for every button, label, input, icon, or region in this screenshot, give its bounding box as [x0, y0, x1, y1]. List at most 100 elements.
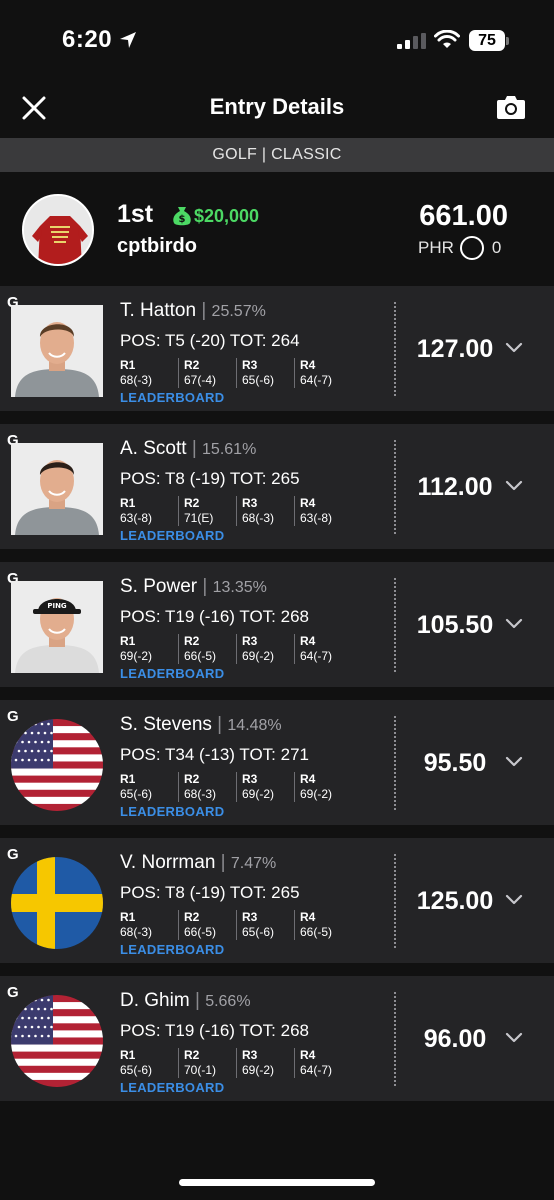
chevron-down-icon[interactable] [505, 342, 523, 354]
phr-label: PHR [418, 238, 454, 257]
phr-indicator: PHR 0 [418, 236, 501, 260]
leaderboard-link[interactable]: LEADERBOARD [120, 1080, 224, 1095]
dotted-divider [394, 854, 396, 948]
ownership-percent: 5.66% [205, 993, 251, 1010]
round-score-4: R4 64(-7) [294, 1048, 352, 1078]
round-value: 69(-2) [300, 787, 333, 801]
round-score-2: R2 70(-1) [178, 1048, 236, 1078]
dotted-divider [394, 302, 396, 396]
player-headshot [11, 305, 103, 397]
usa-flag-icon [11, 719, 103, 811]
round-score-1: R1 63(-8) [120, 496, 178, 526]
player-name[interactable]: D. Ghim [120, 990, 190, 1011]
round-label: R1 [120, 910, 136, 924]
position-total: POS: T19 (-16) TOT: 268 [120, 1021, 309, 1040]
separator: | [191, 438, 203, 459]
round-score-4: R4 69(-2) [294, 772, 352, 802]
prize-text: $20,000 [194, 205, 260, 226]
round-scores: R1 63(-8) R2 71(E) R3 68(-3) R4 63(-8) [120, 496, 352, 526]
round-value: 66(-5) [184, 925, 217, 939]
round-label: R4 [300, 634, 316, 648]
round-value: 68(-3) [184, 787, 217, 801]
position-total: POS: T8 (-19) TOT: 265 [120, 469, 300, 488]
chevron-down-icon[interactable] [505, 756, 523, 768]
money-bag-icon: $ [173, 207, 191, 226]
round-value: 69(-2) [242, 787, 275, 801]
round-value: 68(-3) [120, 925, 153, 939]
avatar [22, 194, 94, 266]
round-score-3: R3 69(-2) [236, 634, 294, 664]
round-score-4: R4 63(-8) [294, 496, 352, 526]
player-name[interactable]: A. Scott [120, 438, 187, 459]
round-score-2: R2 67(-4) [178, 358, 236, 388]
round-value: 67(-4) [184, 373, 217, 387]
position-total: POS: T5 (-20) TOT: 264 [120, 331, 300, 350]
chevron-down-icon[interactable] [505, 618, 523, 630]
player-card[interactable]: G V. Norrman | 7.47% POS: T8 (-19) TOT: … [0, 838, 554, 963]
player-card[interactable]: G PING S. Power | 13.35% POS: T19 (-16) … [0, 562, 554, 687]
usa-flag-icon [11, 995, 103, 1087]
round-value: 69(-2) [120, 649, 153, 663]
round-label: R1 [120, 634, 136, 648]
battery-nub [506, 37, 509, 45]
player-name[interactable]: S. Power [120, 576, 197, 597]
player-name[interactable]: V. Norrman [120, 852, 215, 873]
round-value: 66(-5) [300, 925, 333, 939]
ownership-percent: 15.61% [202, 441, 257, 458]
player-points: 112.00 [417, 473, 493, 501]
player-points: 95.50 [423, 749, 487, 777]
signal-icon [397, 33, 426, 49]
separator: | [220, 852, 231, 873]
prize-amount: $ $20,000 [172, 205, 259, 227]
round-score-2: R2 68(-3) [178, 772, 236, 802]
camera-icon[interactable] [496, 93, 526, 121]
round-label: R2 [184, 910, 200, 924]
position-tag: G [7, 708, 19, 725]
separator: | [217, 714, 228, 735]
chevron-down-icon[interactable] [505, 480, 523, 492]
round-label: R1 [120, 358, 136, 372]
player-name-row: D. Ghim | 5.66% [120, 990, 251, 1012]
round-score-2: R2 66(-5) [178, 910, 236, 940]
phr-circle-icon [459, 236, 484, 260]
round-scores: R1 68(-3) R2 67(-4) R3 65(-6) R4 64(-7) [120, 358, 352, 388]
round-value: 69(-2) [242, 649, 275, 663]
chevron-down-icon[interactable] [505, 1032, 523, 1044]
player-name[interactable]: S. Stevens [120, 714, 212, 735]
location-arrow-icon [120, 32, 136, 48]
player-card[interactable]: G A. Scott | 15.61% POS: T8 (-19) TOT: 2… [0, 424, 554, 549]
leaderboard-link[interactable]: LEADERBOARD [120, 666, 224, 681]
player-name-row: V. Norrman | 7.47% [120, 852, 276, 874]
round-label: R2 [184, 496, 200, 510]
round-label: R3 [242, 358, 258, 372]
leaderboard-link[interactable]: LEADERBOARD [120, 390, 224, 405]
separator: | [201, 300, 212, 321]
round-value: 68(-3) [120, 373, 153, 387]
nav-bar: Entry Details [0, 80, 554, 138]
round-label: R3 [242, 910, 258, 924]
player-card[interactable]: G T. Hatton | 25.57% POS: T5 (-20) TOT: … [0, 286, 554, 411]
round-value: 71(E) [184, 511, 214, 525]
round-value: 69(-2) [242, 1063, 275, 1077]
ownership-percent: 13.35% [212, 579, 267, 596]
round-value: 66(-5) [184, 649, 217, 663]
contest-type-bar: GOLF | CLASSIC [0, 138, 554, 172]
wifi-icon [434, 30, 460, 48]
player-card[interactable]: G D. Ghim | 5.66% POS: T19 (-16) TOT: 26… [0, 976, 554, 1101]
leaderboard-link[interactable]: LEADERBOARD [120, 942, 224, 957]
dotted-divider [394, 440, 396, 534]
round-value: 65(-6) [242, 925, 275, 939]
round-label: R3 [242, 1048, 258, 1062]
leaderboard-link[interactable]: LEADERBOARD [120, 804, 224, 819]
chevron-down-icon[interactable] [505, 894, 523, 906]
round-label: R2 [184, 772, 200, 786]
round-score-1: R1 68(-3) [120, 910, 178, 940]
ownership-percent: 7.47% [230, 855, 277, 872]
player-card[interactable]: G S. Stevens | 14.48% POS: T34 (-13) TOT… [0, 700, 554, 825]
round-value: 65(-6) [242, 373, 275, 387]
round-label: R4 [300, 772, 316, 786]
player-name[interactable]: T. Hatton [120, 300, 196, 321]
round-value: 64(-7) [300, 1063, 333, 1077]
leaderboard-link[interactable]: LEADERBOARD [120, 528, 224, 543]
round-score-4: R4 66(-5) [294, 910, 352, 940]
